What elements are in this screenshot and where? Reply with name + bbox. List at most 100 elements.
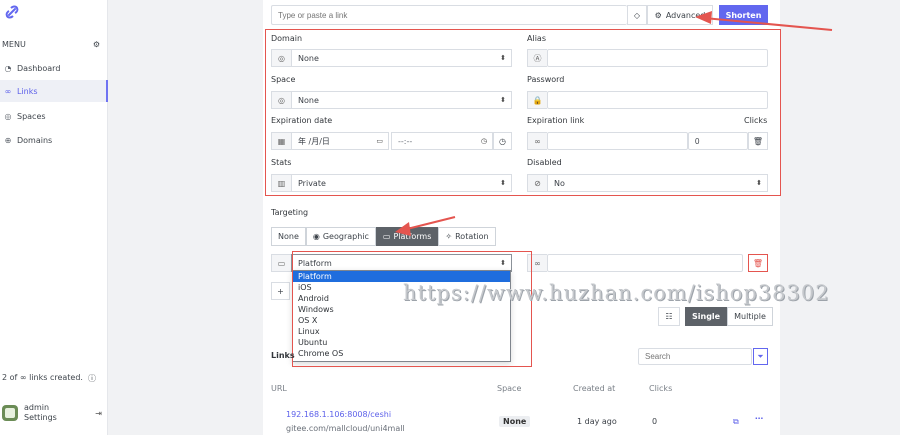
space-badge: None — [499, 416, 531, 427]
links-created-status: 2 of ∞ links created. ⓘ — [2, 373, 96, 384]
date-value: 年 /月/日 — [298, 136, 330, 146]
tab-label: Rotation — [455, 232, 489, 241]
expiration-date-label: Expiration date — [271, 116, 333, 125]
links-created-text: 2 of ∞ links created. — [2, 373, 83, 382]
clock-icon: ◷ — [480, 137, 487, 145]
chevron-down-icon: ⬍ — [500, 179, 506, 187]
expiration-link-label: Expiration link — [527, 116, 585, 125]
column-header-clicks[interactable]: Clicks — [649, 384, 672, 393]
sidebar-item-links[interactable]: ∞ Links — [0, 80, 108, 102]
menu-header: MENU ⚙ — [2, 38, 100, 50]
expiration-date-input[interactable]: 年 /月/日 ▭ — [291, 132, 389, 150]
add-button[interactable]: + — [271, 282, 290, 300]
disabled-value: No — [554, 178, 565, 188]
space-select[interactable]: None ⬍ — [291, 91, 512, 109]
info-icon[interactable]: ⓘ — [88, 373, 96, 384]
platform-option[interactable]: Windows — [293, 304, 510, 315]
tab-label: Platforms — [393, 232, 432, 241]
lock-icon: 🔒 — [527, 91, 547, 109]
ban-icon: ⊘ — [527, 174, 547, 192]
advanced-button[interactable]: ⚙ Advanced — [647, 5, 713, 25]
tab-multiple[interactable]: Multiple — [727, 307, 773, 326]
tab-platforms[interactable]: ▭ Platforms — [375, 227, 439, 246]
platform-option[interactable]: Chrome OS — [293, 348, 510, 359]
targeting-label: Targeting — [271, 208, 309, 217]
chevron-down-icon: ⬍ — [500, 54, 506, 62]
tab-rotation[interactable]: ✧ Rotation — [438, 227, 496, 246]
expiration-time-input[interactable]: --:-- ◷ — [391, 132, 493, 150]
clicks-count: 0 — [652, 417, 658, 426]
domain-value: None — [298, 53, 319, 63]
platform-option[interactable]: Ubuntu — [293, 337, 510, 348]
more-icon[interactable]: ⋯ — [755, 414, 763, 423]
platform-option[interactable]: OS X — [293, 315, 510, 326]
short-url-link[interactable]: 192.168.1.106:8008/ceshi — [286, 410, 391, 419]
rotation-icon: ✧ — [445, 232, 453, 241]
calendar-icon: ▦ — [271, 132, 291, 150]
tab-geographic[interactable]: ◉ Geographic — [305, 227, 376, 246]
space-label: Space — [271, 75, 296, 84]
platform-value: Platform — [298, 258, 332, 268]
logo-icon — [5, 5, 19, 19]
alias-label: Alias — [527, 34, 546, 43]
tab-label: Single — [692, 312, 721, 321]
column-header-url[interactable]: URL — [271, 384, 287, 393]
tag-icon[interactable]: ◇ — [627, 5, 647, 25]
search-input[interactable] — [638, 348, 752, 365]
chevron-down-icon: ⬍ — [500, 259, 506, 267]
user-text: admin Settings — [24, 403, 57, 423]
copy-icon[interactable]: ⧉ — [733, 417, 739, 427]
tab-label: Multiple — [734, 312, 766, 321]
platform-url-input[interactable] — [547, 254, 743, 272]
tab-single[interactable]: Single — [685, 307, 728, 326]
delete-icon[interactable]: 🗑 — [748, 254, 768, 272]
space-value: None — [298, 95, 319, 105]
alias-input[interactable] — [547, 49, 768, 67]
password-label: Password — [527, 75, 565, 84]
sidebar-item-domains[interactable]: ⊕ Domains — [0, 129, 108, 151]
column-header-space[interactable]: Space — [497, 384, 521, 393]
sidebar-item-label: Links — [17, 86, 38, 96]
link-input[interactable] — [271, 5, 627, 25]
clicks-input[interactable] — [688, 132, 748, 150]
column-header-created[interactable]: Created at — [573, 384, 615, 393]
link-icon: ∞ — [4, 86, 12, 96]
disabled-select[interactable]: No ⬍ — [547, 174, 768, 192]
logout-icon[interactable]: ⇥ — [95, 409, 102, 418]
watermark: https://www.huzhan.com/ishop38302 — [403, 281, 830, 305]
sidebar-item-spaces[interactable]: ◎ Spaces — [0, 105, 108, 127]
avatar — [2, 405, 18, 421]
settings-link[interactable]: Settings — [24, 413, 57, 423]
trash-icon[interactable]: 🗑 — [748, 132, 768, 150]
stats-select[interactable]: Private ⬍ — [291, 174, 512, 192]
filter-icon[interactable]: ⏷ — [753, 348, 768, 365]
shorten-button[interactable]: Shorten — [719, 5, 768, 25]
globe-icon: ◉ — [312, 232, 320, 241]
domain-select[interactable]: None ⬍ — [291, 49, 512, 67]
tab-none[interactable]: None — [271, 227, 306, 246]
chevron-down-icon: ⬍ — [756, 179, 762, 187]
sliders-icon[interactable]: ☷ — [658, 307, 680, 326]
sidebar: MENU ⚙ ◔ Dashboard ∞ Links ◎ Spaces ⊕ Do… — [0, 0, 108, 435]
platform-option[interactable]: Linux — [293, 326, 510, 337]
mode-tabs: Single Multiple — [685, 307, 773, 326]
password-input[interactable] — [547, 91, 768, 109]
alias-icon: Ⓐ — [527, 49, 547, 67]
disabled-label: Disabled — [527, 158, 562, 167]
target-url: gitee.com/mallcloud/uni4mall — [286, 424, 405, 433]
time-value: --:-- — [398, 136, 413, 146]
gear-icon: ⚙ — [654, 10, 662, 20]
space-icon: ◎ — [271, 91, 291, 109]
link-icon: ∞ — [527, 254, 547, 272]
chevron-down-icon: ⬍ — [500, 96, 506, 104]
stats-label: Stats — [271, 158, 292, 167]
domain-icon: ⊕ — [4, 135, 12, 145]
clicks-label: Clicks — [744, 116, 768, 125]
links-section-title: Links — [271, 351, 295, 360]
clock-button[interactable]: ◷ — [493, 132, 512, 150]
user-name: admin — [24, 403, 50, 412]
expiration-link-input[interactable] — [547, 132, 688, 150]
sidebar-item-dashboard[interactable]: ◔ Dashboard — [0, 57, 108, 79]
sidebar-item-label: Spaces — [17, 111, 46, 121]
settings-icon[interactable]: ⚙ — [93, 40, 100, 49]
